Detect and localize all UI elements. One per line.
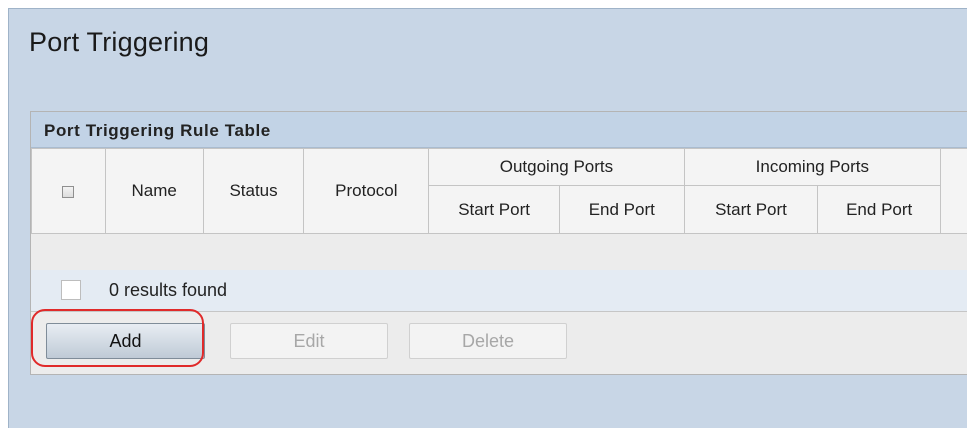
rule-table: Name Status Protocol Outgoing Ports Inco… xyxy=(31,148,967,234)
col-group-outgoing-ports: Outgoing Ports xyxy=(428,148,685,186)
col-incoming-start-port[interactable]: Start Port xyxy=(683,185,819,234)
col-protocol[interactable]: Protocol xyxy=(303,148,430,234)
col-outgoing-start-port[interactable]: Start Port xyxy=(428,185,560,234)
rule-table-header: Port Triggering Rule Table xyxy=(31,112,967,148)
col-incoming-end-port[interactable]: End Port xyxy=(817,185,942,234)
col-name[interactable]: Name xyxy=(104,148,204,234)
delete-button[interactable]: Delete xyxy=(409,323,567,359)
col-group-incoming-ports: Incoming Ports xyxy=(683,148,942,186)
col-spacer xyxy=(940,148,967,234)
rule-table-title: Port Triggering Rule Table xyxy=(44,121,271,140)
rule-table-panel: Port Triggering Rule Table Name Status P… xyxy=(30,111,967,375)
results-count-text: 0 results found xyxy=(109,280,228,300)
empty-results-row: 0 results found xyxy=(31,270,967,312)
select-all-cell xyxy=(31,148,106,234)
col-outgoing-end-port[interactable]: End Port xyxy=(558,185,685,234)
edit-button[interactable]: Edit xyxy=(230,323,388,359)
col-status[interactable]: Status xyxy=(202,148,305,234)
page-title: Port Triggering xyxy=(29,27,210,57)
add-button[interactable]: Add xyxy=(46,323,205,359)
select-all-checkbox[interactable] xyxy=(62,185,75,198)
page-container: Port Triggering Port Triggering Rule Tab… xyxy=(8,8,967,428)
row-checkbox[interactable] xyxy=(61,280,81,300)
